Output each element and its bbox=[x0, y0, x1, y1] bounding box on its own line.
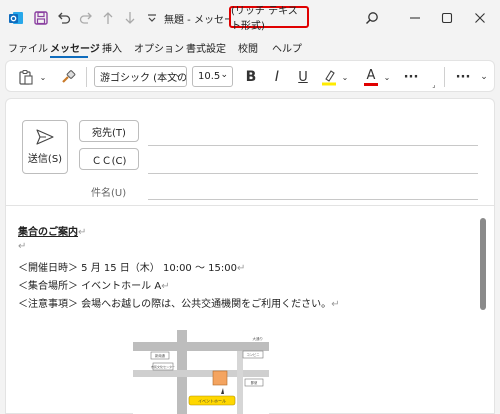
map-road-side bbox=[237, 351, 243, 414]
send-label: 送信(S) bbox=[27, 154, 63, 165]
undo-icon[interactable] bbox=[56, 10, 72, 26]
to-button[interactable]: 宛先(T) bbox=[79, 120, 139, 142]
font-color-swatch bbox=[364, 82, 378, 86]
redo-icon[interactable] bbox=[78, 10, 94, 26]
map-building bbox=[212, 370, 228, 386]
active-tab-indicator bbox=[50, 56, 88, 58]
cc-button[interactable]: ＣＣ(C) bbox=[79, 148, 139, 170]
menu-file[interactable]: ファイル bbox=[8, 40, 48, 55]
more-commands-button[interactable]: ··· bbox=[452, 67, 474, 87]
ribbon-divider bbox=[86, 67, 87, 87]
bold-button[interactable]: B bbox=[242, 67, 260, 87]
map-label-convenience-store: コンビニ bbox=[246, 352, 259, 357]
chevron-down-icon: ⌄ bbox=[220, 70, 228, 80]
paste-dropdown-icon[interactable]: ⌄ bbox=[38, 67, 48, 87]
save-icon[interactable] bbox=[33, 10, 49, 26]
menu-options[interactable]: オプション bbox=[134, 40, 184, 55]
font-color-dropdown-icon[interactable]: ⌄ bbox=[382, 67, 392, 87]
vertical-scrollbar[interactable] bbox=[480, 218, 486, 310]
paragraph-mark: ↵ bbox=[236, 263, 246, 274]
send-icon bbox=[36, 129, 54, 145]
menu-insert[interactable]: 挿入 bbox=[102, 40, 122, 55]
send-button[interactable]: 送信(S) bbox=[22, 120, 68, 174]
chevron-down-icon: ⌄ bbox=[174, 70, 182, 80]
map-label-event-hall: イベントホール bbox=[198, 399, 226, 404]
paragraph-mark: ↵ bbox=[18, 241, 27, 252]
font-color-icon[interactable]: A bbox=[362, 67, 380, 87]
maximize-icon[interactable] bbox=[437, 8, 457, 28]
body-text: ＜開催日時＞ 5 月 15 日（木） 10:00 〜 15:00 bbox=[18, 263, 237, 274]
outlook-icon[interactable] bbox=[8, 10, 24, 26]
down-icon[interactable] bbox=[122, 10, 138, 26]
map-label-main-road: 大通り bbox=[253, 336, 264, 341]
customize-icon[interactable] bbox=[144, 10, 160, 26]
ribbon-divider bbox=[444, 67, 445, 87]
menu-message[interactable]: メッセージ bbox=[50, 40, 100, 55]
underline-button[interactable]: U bbox=[294, 67, 312, 87]
body-line-location[interactable]: ＜集合場所＞ イベントホール A↵ bbox=[18, 277, 170, 292]
highlight-dropdown-icon[interactable]: ⌄ bbox=[340, 67, 350, 87]
highlight-icon[interactable] bbox=[320, 67, 338, 87]
paragraph-mark: ↵ bbox=[78, 227, 87, 238]
map-label-street: 新南通 bbox=[155, 353, 166, 358]
body-divider bbox=[6, 205, 494, 206]
subject-label: 件名(U) bbox=[91, 188, 127, 199]
body-text: ＜集合場所＞ イベントホール A bbox=[18, 281, 162, 292]
paragraph-mark: ↵ bbox=[331, 299, 340, 310]
map-image[interactable]: 大通り 新南通 コンビニ 市民文化センター 郵便 イベントホール bbox=[133, 330, 269, 414]
body-heading: 集合のご案内 bbox=[18, 227, 78, 238]
menu-review[interactable]: 校閲 bbox=[238, 40, 258, 55]
ribbon-expand-icon[interactable]: ⌄ bbox=[478, 67, 490, 87]
subject-field[interactable] bbox=[148, 199, 478, 200]
map-road-main bbox=[133, 342, 269, 351]
paste-icon[interactable] bbox=[16, 67, 36, 87]
map-label-post-office: 郵便 bbox=[251, 380, 258, 385]
to-field[interactable] bbox=[148, 145, 478, 146]
map-label-culture-center: 市民文化センター bbox=[151, 364, 175, 369]
cc-field[interactable] bbox=[148, 173, 478, 174]
format-painter-icon[interactable] bbox=[58, 67, 78, 87]
up-icon[interactable] bbox=[100, 10, 116, 26]
font-color-letter: A bbox=[366, 67, 376, 83]
menu-bar: ファイル メッセージ 挿入 オプション 書式設定 校閲 ヘルプ bbox=[0, 36, 500, 58]
close-icon[interactable] bbox=[470, 8, 490, 28]
body-heading-line[interactable]: 集合のご案内↵ bbox=[18, 223, 86, 238]
search-icon[interactable] bbox=[362, 8, 382, 28]
body-text: ＜注意事項＞ 会場へお越しの際は、公共交通機関をご利用ください。 bbox=[18, 299, 332, 310]
minimize-icon[interactable] bbox=[405, 8, 425, 28]
font-name-select[interactable]: 游ゴシック (本文の ⌄ bbox=[94, 66, 187, 87]
paragraph-mark: ↵ bbox=[161, 281, 170, 292]
font-size-select[interactable]: 10.5 ⌄ bbox=[192, 66, 233, 87]
body-line-datetime[interactable]: ＜開催日時＞ 5 月 15 日（木） 10:00 〜 15:00↵ bbox=[18, 259, 245, 274]
menu-format[interactable]: 書式設定 bbox=[186, 40, 226, 55]
ribbon: ⌄ 游ゴシック (本文の ⌄ 10.5 ⌄ B I U ⌄ A ⌄ ··· ⌟ … bbox=[5, 60, 495, 92]
font-size-value: 10.5 bbox=[198, 71, 221, 82]
more-font-options-button[interactable]: ··· bbox=[400, 67, 422, 87]
dialog-launcher-icon[interactable]: ⌟ bbox=[430, 81, 438, 89]
title-bar: 無題 - メッセージ (リッチ テキスト形式) bbox=[0, 0, 500, 36]
body-line-notes[interactable]: ＜注意事項＞ 会場へお越しの際は、公共交通機関をご利用ください。↵ bbox=[18, 295, 340, 310]
menu-help[interactable]: ヘルプ bbox=[272, 40, 302, 55]
body-empty-line[interactable]: ↵ bbox=[18, 241, 26, 252]
italic-button[interactable]: I bbox=[268, 67, 286, 87]
format-badge: (リッチ テキスト形式) bbox=[229, 6, 309, 32]
map-road-secondary bbox=[133, 370, 269, 377]
